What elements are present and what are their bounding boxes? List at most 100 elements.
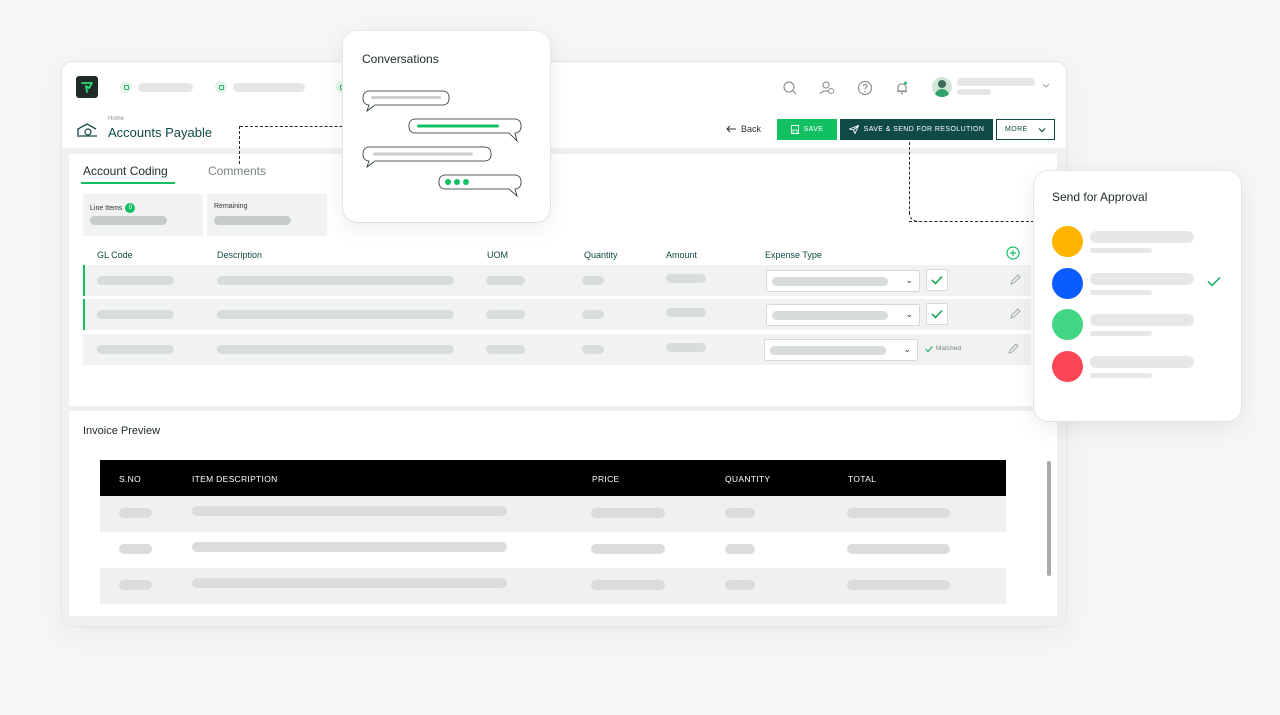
approver-avatar: [1052, 268, 1083, 299]
approver-item[interactable]: [1052, 309, 1227, 341]
column-header-total: TOTAL: [848, 474, 877, 484]
save-and-send-button[interactable]: SAVE & SEND FOR RESOLUTION: [840, 119, 993, 140]
expense-type-select[interactable]: ⌄: [764, 339, 918, 361]
confirm-button[interactable]: [926, 269, 948, 291]
check-icon: [931, 275, 943, 285]
line-items-badge: 0: [125, 203, 136, 213]
save-icon: [790, 125, 799, 134]
check-icon: [925, 345, 933, 352]
chevron-down-icon: ⌄: [905, 309, 913, 319]
column-header-quantity[interactable]: Quantity: [584, 250, 618, 260]
search-icon[interactable]: [782, 80, 798, 96]
column-header-sno: S.NO: [119, 474, 141, 484]
column-header-item-description: ITEM DESCRIPTION: [192, 474, 278, 484]
logo-icon: [81, 82, 93, 93]
expense-type-select[interactable]: ⌄: [766, 270, 920, 292]
edit-icon[interactable]: [1007, 343, 1019, 355]
column-header-quantity: QUANTITY: [725, 474, 771, 484]
connector-corner: [909, 212, 919, 222]
check-icon: [1207, 276, 1221, 287]
send-for-approval-card: Send for Approval: [1034, 171, 1241, 421]
accounts-payable-icon: [77, 123, 97, 137]
page-title: Accounts Payable: [108, 125, 213, 140]
user-role-placeholder: [957, 89, 991, 95]
nav-item-home[interactable]: [120, 81, 193, 93]
edit-icon[interactable]: [1009, 308, 1021, 320]
column-header-description[interactable]: Description: [217, 250, 262, 260]
confirm-button[interactable]: [926, 303, 948, 325]
car-icon: [215, 81, 227, 93]
active-tab-indicator: [81, 182, 175, 184]
expense-type-select[interactable]: ⌄: [766, 304, 920, 326]
user-add-icon[interactable]: [819, 80, 835, 96]
app-logo[interactable]: [76, 76, 98, 98]
edit-icon[interactable]: [1009, 274, 1021, 286]
check-icon: [931, 309, 943, 319]
more-button[interactable]: MORE: [996, 119, 1055, 140]
back-button[interactable]: Back: [726, 124, 761, 134]
connector-line: [239, 126, 343, 127]
save-button[interactable]: SAVE: [777, 119, 837, 140]
back-button-label: Back: [741, 124, 762, 134]
column-header-gl-code[interactable]: GL Code: [97, 250, 133, 260]
column-header-expense-type[interactable]: Expense Type: [765, 250, 822, 260]
send-for-approval-title: Send for Approval: [1052, 190, 1148, 204]
approver-item-selected[interactable]: [1052, 268, 1227, 300]
nav-item-payables[interactable]: [215, 81, 305, 93]
nav-item-label-placeholder: [138, 82, 193, 92]
invoice-table-header: S.NO ITEM DESCRIPTION PRICE QUANTITY TOT…: [100, 460, 1006, 496]
user-name-placeholder: [957, 78, 1035, 86]
column-header-price: PRICE: [592, 474, 620, 484]
chat-bubbles-illustration: [362, 90, 522, 198]
save-and-send-button-label: SAVE & SEND FOR RESOLUTION: [863, 126, 985, 133]
top-navigation-bar: [62, 62, 1066, 112]
connector-line: [239, 126, 240, 164]
table-row[interactable]: ⌄ Matched: [83, 334, 1031, 365]
invoice-preview-title: Invoice Preview: [83, 425, 161, 437]
stat-value-placeholder: [90, 216, 167, 225]
app-window: Home Accounts Payable Back SAVE SAVE & S…: [62, 62, 1066, 626]
matched-label: Matched: [936, 345, 961, 352]
line-items-label: Line Items: [90, 204, 123, 212]
nav-item-label-placeholder: [233, 82, 305, 92]
breadcrumb[interactable]: Home: [108, 116, 124, 122]
send-icon: [848, 125, 859, 134]
invoice-scrollbar[interactable]: [1047, 461, 1051, 576]
approver-item[interactable]: [1052, 351, 1227, 383]
table-row[interactable]: ⌄: [83, 299, 1031, 330]
approver-avatar: [1052, 351, 1083, 382]
matched-status: Matched: [925, 345, 961, 352]
column-header-uom[interactable]: UOM: [487, 250, 508, 260]
approver-avatar: [1052, 309, 1083, 340]
conversations-title: Conversations: [362, 52, 439, 66]
invoice-row: [100, 496, 1006, 532]
approver-avatar: [1052, 226, 1083, 257]
more-button-label: MORE: [1005, 126, 1028, 133]
table-row[interactable]: ⌄: [83, 265, 1031, 296]
remaining-stat: Remaining: [207, 194, 327, 236]
invoice-row: [100, 532, 1006, 568]
save-button-label: SAVE: [803, 126, 824, 133]
add-line-icon[interactable]: [1006, 246, 1020, 260]
chevron-down-icon: [1038, 127, 1046, 132]
page-header: Home Accounts Payable Back SAVE SAVE & S…: [62, 112, 1066, 148]
connector-line: [909, 221, 1034, 222]
conversations-card: Conversations: [343, 31, 550, 222]
column-header-amount[interactable]: Amount: [666, 250, 697, 260]
approver-item[interactable]: [1052, 226, 1227, 258]
home-icon: [120, 81, 132, 93]
connector-line: [909, 142, 910, 214]
line-items-stat: Line Items 0: [83, 194, 203, 236]
arrow-left-icon: [726, 125, 736, 133]
help-icon[interactable]: [857, 80, 873, 96]
invoice-preview-panel: Invoice Preview S.NO ITEM DESCRIPTION PR…: [69, 411, 1057, 616]
bell-icon[interactable]: [894, 80, 910, 96]
tab-comments[interactable]: Comments: [208, 164, 266, 178]
chevron-down-icon: ⌄: [905, 275, 913, 285]
tab-account-coding[interactable]: Account Coding: [83, 164, 168, 178]
chevron-down-icon[interactable]: [1042, 81, 1050, 89]
chevron-down-icon: ⌄: [903, 344, 911, 354]
user-avatar[interactable]: [932, 77, 952, 97]
invoice-row: [100, 568, 1006, 604]
stat-value-placeholder: [214, 216, 291, 225]
